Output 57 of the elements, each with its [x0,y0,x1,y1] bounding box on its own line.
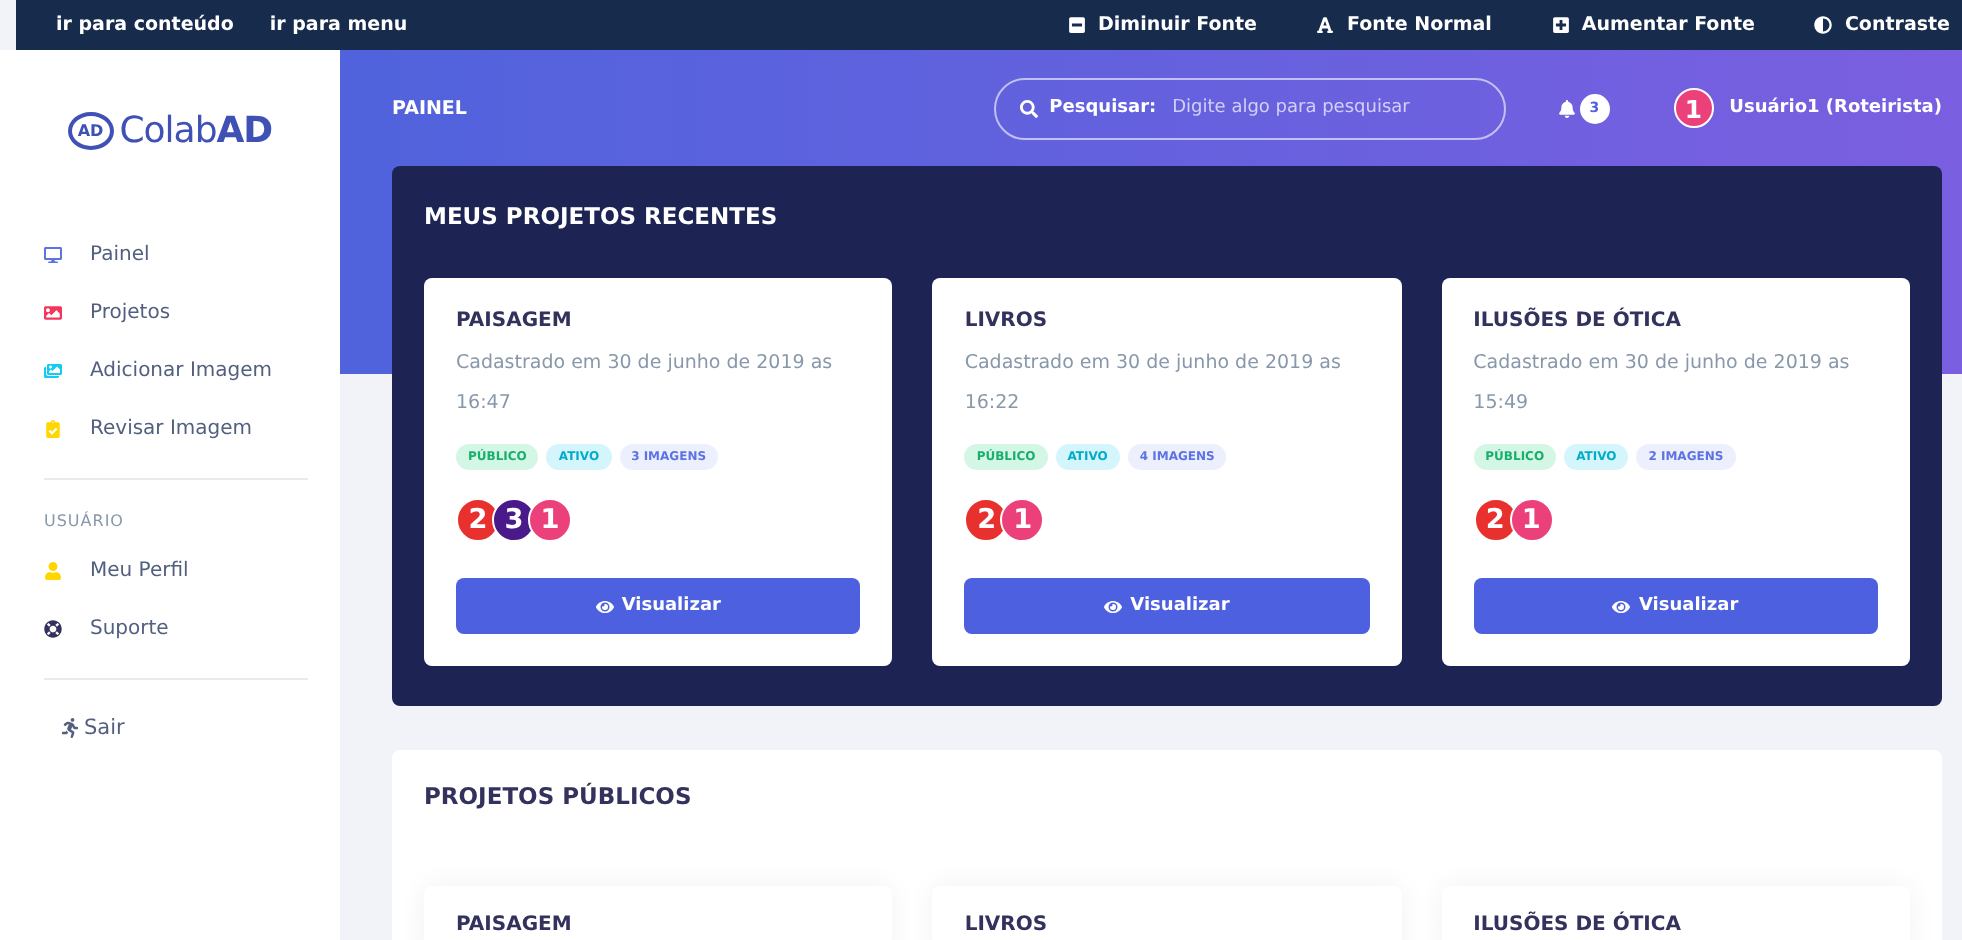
view-button[interactable]: Visualizar [1473,578,1878,634]
skip-link[interactable]: ir para conteúdo [56,14,234,36]
font-tool-button[interactable]: Fonte Normal [1304,14,1504,36]
section-title: USUÁRIO [44,509,126,534]
user-menu[interactable]: 1 Usuário1 (Roteirista) [1673,88,1942,128]
eye-icon [1104,597,1123,615]
font-tool-button[interactable]: Contraste [1802,14,1962,36]
member-avatar: 1 [1000,498,1045,542]
images-icon [44,362,62,380]
project-date: Cadastrado em 30 de junho de 2019 as 16:22 [964,350,1343,418]
contrast-icon [1814,16,1833,34]
sidebar-item[interactable]: Revisar Imagem [44,400,340,458]
logo-text: ColabAD [119,109,273,151]
running-person-icon [60,718,80,738]
member-avatar: 1 [1509,498,1554,542]
eye-icon [595,597,614,615]
member-avatar: 2 [1473,498,1518,542]
member-avatar: 2 [964,498,1009,542]
page-title: PAINEL [392,97,469,119]
member-avatar: 2 [456,498,500,542]
sidebar-item[interactable]: Meu Perfil [44,542,340,600]
bell-icon[interactable] [1557,99,1576,117]
view-button[interactable]: Visualizar [456,578,861,634]
sidebar-item[interactable]: Painel [44,226,340,284]
view-button[interactable]: Visualizar [964,578,1370,634]
project-title: ILUSÕES DE ÓTICA [1473,310,1683,332]
skip-link[interactable]: ir para menu [269,14,408,36]
font-icon [1316,16,1335,34]
font-tool-button[interactable]: Aumentar Fonte [1539,14,1767,36]
project-date: Cadastrado em 30 de junho de 2019 as 16:47 [456,350,835,418]
clipboard-icon [44,420,62,438]
search-input[interactable]: Digite algo para pesquisar [1168,96,1480,120]
user-icon [44,562,62,580]
logout-link[interactable]: Sair [44,700,340,740]
project-title: LIVROS [964,914,1050,936]
search-icon [1019,99,1038,117]
sidebar-item[interactable]: Suporte [44,600,340,658]
project-title: PAISAGEM [456,914,574,936]
member-avatar: 1 [528,498,572,542]
image-icon [44,304,62,322]
panel-title: MEUS PROJETOS RECENTES [424,202,780,230]
project-date: Cadastrado em 30 de junho de 2019 as 15:49 [1473,350,1852,418]
monitor-icon [44,246,62,264]
eye-icon [1612,597,1631,615]
search-field[interactable]: Pesquisar: Digite algo para pesquisar [993,77,1506,139]
project-title: ILUSÕES DE ÓTICA [1473,914,1683,936]
font-tool-button[interactable]: Diminuir Fonte [1056,14,1269,36]
project-title: LIVROS [964,310,1050,332]
panel-title: PROJETOS PÚBLICOS [424,782,694,810]
life-ring-icon [44,620,62,638]
sidebar-item[interactable]: Projetos [44,284,340,342]
logo-badge: AD [67,111,114,149]
logo[interactable]: AD ColabAD [44,50,340,210]
member-avatar: 3 [492,498,536,542]
search-label: Pesquisar: [1049,98,1157,118]
project-title: PAISAGEM [456,310,574,332]
sidebar-item[interactable]: Adicionar Imagem [44,342,340,400]
